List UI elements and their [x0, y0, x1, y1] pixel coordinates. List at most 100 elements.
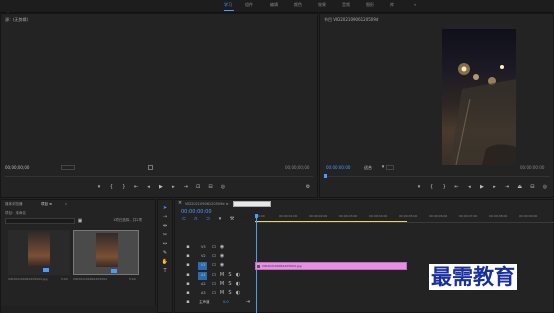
sequence-tab[interactable]: VID20210906120509d ≡: [185, 202, 229, 206]
lock-icon[interactable]: ▪: [185, 253, 191, 259]
solo-icon[interactable]: S: [227, 290, 233, 296]
sync-icon[interactable]: ▭: [211, 290, 217, 296]
track-select-tool-icon[interactable]: ⇢: [161, 213, 169, 221]
mic-icon[interactable]: ◐: [235, 272, 241, 278]
timeline-clip[interactable]: VID20210906120509d.jpg: [255, 262, 407, 270]
tab-media-browser[interactable]: 媒体浏览器: [5, 202, 23, 207]
project-item-thumb[interactable]: [8, 230, 70, 275]
solo-icon[interactable]: S: [227, 281, 233, 287]
selection-tool-icon[interactable]: ➤: [161, 204, 169, 212]
workspace-tab-libraries[interactable]: 库: [390, 2, 394, 8]
mute-icon[interactable]: M: [219, 290, 225, 296]
eye-icon[interactable]: ◉: [219, 253, 225, 259]
mute-icon[interactable]: M: [219, 281, 225, 287]
sync-icon[interactable]: ▭: [211, 281, 217, 287]
go-to-out-icon[interactable]: ⇥: [183, 184, 189, 192]
video-track-v1[interactable]: ▪ V1 ▭ ◉: [185, 262, 251, 270]
source-settings-icon[interactable]: [148, 165, 153, 170]
sync-icon[interactable]: ▭: [211, 272, 217, 278]
solo-icon[interactable]: S: [227, 272, 233, 278]
play-icon[interactable]: ▶: [479, 184, 485, 192]
type-tool-icon[interactable]: T: [161, 267, 169, 275]
mic-icon[interactable]: ◐: [235, 290, 241, 296]
workspace-tab-learn[interactable]: 学习: [224, 2, 232, 8]
export-frame-icon[interactable]: ◎: [542, 184, 548, 192]
eye-icon[interactable]: ◉: [219, 244, 225, 250]
nest-icon[interactable]: ⊂: [181, 216, 187, 222]
lock-icon[interactable]: ▪: [185, 290, 191, 296]
program-timecode-left[interactable]: 00:00:00:00: [326, 165, 350, 170]
source-wrench-icon[interactable]: ⚙: [305, 184, 311, 190]
audio-track-a1[interactable]: ▪ A1 ▭ M S ◐: [185, 272, 251, 280]
export-frame-icon[interactable]: ◎: [220, 184, 226, 192]
insert-icon[interactable]: ⊡: [195, 184, 201, 192]
master-track[interactable]: ▪ 主声道 0.0 ⇥: [185, 299, 251, 307]
workspace-tab-effects[interactable]: 效果: [318, 2, 326, 8]
overwrite-icon[interactable]: ⊟: [208, 184, 214, 192]
work-area-bar[interactable]: [255, 221, 407, 222]
workspace-more-button[interactable]: »: [414, 2, 416, 7]
go-to-in-icon[interactable]: ⇤: [133, 184, 139, 192]
lift-icon[interactable]: ⏏: [517, 184, 523, 192]
lock-icon[interactable]: ▪: [185, 262, 191, 268]
lock-icon[interactable]: ▪: [185, 281, 191, 287]
snap-icon[interactable]: ∩: [193, 216, 199, 222]
wrench-icon[interactable]: ⚒: [229, 216, 235, 222]
sync-icon[interactable]: ▭: [211, 253, 217, 259]
tab-project[interactable]: 项目 ≡: [41, 202, 52, 207]
time-ruler[interactable]: :00:00 00:00:01:00 00:00:02:00 00:00:03:…: [255, 210, 554, 223]
slip-tool-icon[interactable]: ↔: [161, 240, 169, 248]
mark-in-icon[interactable]: {: [429, 184, 435, 192]
program-scrub-bar[interactable]: [324, 176, 550, 177]
mark-out-icon[interactable]: }: [441, 184, 447, 192]
video-track-v2[interactable]: ▪ V2 ▭ ◉: [185, 253, 251, 261]
sync-icon[interactable]: ▭: [211, 262, 217, 268]
go-to-out-icon[interactable]: ⇥: [245, 299, 251, 305]
mark-out-icon[interactable]: }: [121, 184, 127, 192]
source-scrub-bar[interactable]: [5, 176, 313, 177]
program-fit-dropdown[interactable]: 适合: [364, 165, 372, 171]
step-back-icon[interactable]: ◂: [146, 184, 152, 192]
lock-icon[interactable]: ▪: [185, 272, 191, 278]
program-panel-title[interactable]: 节目 VID20210906120509d: [324, 17, 378, 23]
master-value[interactable]: 0.0: [223, 300, 229, 304]
eye-icon[interactable]: ◉: [219, 262, 225, 268]
timeline-timecode[interactable]: 00:00:00:00: [181, 209, 212, 215]
extract-icon[interactable]: ⊟: [529, 184, 535, 192]
workspace-tab-assembly[interactable]: 组件: [245, 2, 253, 8]
mark-in-icon[interactable]: {: [108, 184, 114, 192]
tab-more[interactable]: »: [65, 202, 67, 206]
audio-track-a3[interactable]: ▪ A3 ▭ M S ◐: [185, 290, 251, 298]
step-back-icon[interactable]: ◂: [466, 184, 472, 192]
sync-icon[interactable]: ▭: [211, 244, 217, 250]
step-forward-icon[interactable]: ▸: [170, 184, 176, 192]
source-timecode-left[interactable]: 00;00;00;00: [5, 165, 29, 170]
new-bin-icon[interactable]: ▣: [77, 218, 83, 224]
pen-tool-icon[interactable]: ✎: [161, 249, 169, 257]
mic-icon[interactable]: ◐: [235, 281, 241, 287]
add-marker-icon[interactable]: ▾: [217, 216, 223, 222]
workspace-tab-editing[interactable]: 编辑: [270, 2, 278, 8]
source-zoom-dropdown[interactable]: [61, 165, 75, 170]
project-item-thumb-selected[interactable]: [73, 230, 139, 275]
workspace-tab-audio[interactable]: 音频: [342, 2, 350, 8]
add-marker-icon[interactable]: ▾: [416, 184, 422, 192]
add-marker-icon[interactable]: ▾: [96, 184, 102, 192]
home-icon[interactable]: [5, 3, 11, 18]
go-to-in-icon[interactable]: ⇤: [454, 184, 460, 192]
program-playhead-marker[interactable]: [324, 174, 327, 178]
workspace-tab-color[interactable]: 颜色: [294, 2, 302, 8]
hand-tool-icon[interactable]: ✋: [161, 258, 169, 266]
step-forward-icon[interactable]: ▸: [492, 184, 498, 192]
workspace-tab-graphics[interactable]: 图形: [366, 2, 374, 8]
lock-icon[interactable]: ▪: [185, 244, 191, 250]
source-panel-title[interactable]: 源：(无剪辑): [5, 17, 28, 23]
video-track-v3[interactable]: ▪ V3 ▭ ◉: [185, 244, 251, 252]
play-icon[interactable]: ▶: [158, 184, 164, 192]
close-icon[interactable]: ×: [177, 200, 183, 206]
audio-track-a2[interactable]: ▪ A2 ▭ M S ◐: [185, 281, 251, 289]
linked-icon[interactable]: ⊃: [205, 216, 211, 222]
search-input[interactable]: [5, 218, 75, 224]
program-quality-dropdown[interactable]: [386, 165, 394, 170]
mute-icon[interactable]: M: [219, 272, 225, 278]
